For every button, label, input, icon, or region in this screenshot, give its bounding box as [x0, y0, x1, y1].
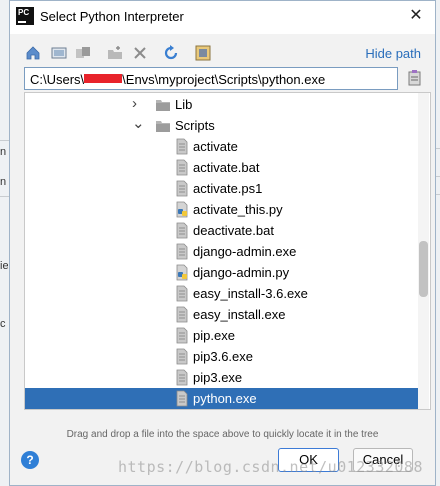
- tree-file-label: easy_install-3.6.exe: [193, 286, 308, 301]
- refresh-icon[interactable]: [162, 44, 180, 62]
- background-text: c: [0, 318, 6, 330]
- file-icon: [175, 306, 189, 323]
- watermark: https://blog.csdn.net/u012332088: [118, 458, 423, 476]
- redacted-username: [84, 74, 123, 83]
- desktop-icon[interactable]: [50, 44, 68, 62]
- tree-file-label: activate: [193, 139, 238, 154]
- browse-history-icon[interactable]: [406, 69, 424, 87]
- pycharm-app-icon: PC: [16, 7, 34, 25]
- file-icon: [175, 159, 189, 176]
- tree-file-label: pip.exe: [193, 328, 235, 343]
- tree-file-label: activate.ps1: [193, 181, 263, 196]
- delete-icon[interactable]: [131, 44, 149, 62]
- file-icon: [175, 180, 189, 197]
- select-interpreter-dialog: PC Select Python Interpreter ✕ Hide path…: [9, 0, 436, 486]
- tree-file[interactable]: deactivate.bat: [25, 220, 419, 241]
- drag-drop-hint: Drag and drop a file into the space abov…: [66, 429, 379, 440]
- tree-file[interactable]: pip3.exe: [25, 367, 419, 388]
- tree-file-label: python.exe: [193, 391, 257, 406]
- chevron-right-icon[interactable]: ›: [132, 95, 137, 112]
- tree-file[interactable]: activate_this.py: [25, 199, 419, 220]
- file-icon: [175, 327, 189, 344]
- tree-file-label: activate.bat: [193, 160, 260, 175]
- file-icon: [175, 390, 189, 407]
- file-tree[interactable]: python3.dll python.exe pip3.exe pip3.6.exe p…: [24, 92, 431, 410]
- scrollbar-thumb[interactable]: [419, 241, 428, 297]
- tree-file-selected[interactable]: python.exe: [25, 388, 419, 409]
- tree-folder-label: Scripts: [175, 118, 215, 133]
- tree-file[interactable]: activate: [25, 136, 419, 157]
- tree-file[interactable]: easy_install-3.6.exe: [25, 283, 419, 304]
- tree-file-label: deactivate.bat: [193, 223, 274, 238]
- file-icon: [175, 222, 189, 239]
- tree-file[interactable]: activate.bat: [25, 157, 419, 178]
- tree-file-label: pip3.exe: [193, 370, 243, 385]
- background-text: n: [0, 176, 7, 188]
- tree-file-label: activate_this.py: [193, 202, 283, 217]
- close-icon[interactable]: ✕: [407, 6, 425, 26]
- toolbar: Hide path: [10, 41, 435, 65]
- file-icon: [175, 285, 189, 302]
- tree-file[interactable]: easy_install.exe: [25, 304, 419, 325]
- path-prefix: C:\Users\: [30, 72, 85, 87]
- chevron-down-icon[interactable]: ⌄: [132, 114, 145, 132]
- dialog-title: Select Python Interpreter: [40, 9, 184, 24]
- project-icon[interactable]: [74, 44, 92, 62]
- tree-file[interactable]: python3.dll: [25, 409, 419, 410]
- file-icon: [175, 348, 189, 365]
- home-icon[interactable]: [24, 44, 42, 62]
- hide-path-link[interactable]: Hide path: [365, 46, 421, 61]
- tree-file-label: django-admin.py: [193, 265, 290, 280]
- tree-file[interactable]: django-admin.exe: [25, 241, 419, 262]
- python-file-icon: [175, 201, 189, 218]
- help-icon[interactable]: ?: [21, 451, 39, 469]
- tree-folder-label: Lib: [175, 97, 193, 112]
- tree-folder-lib[interactable]: › Lib: [25, 94, 419, 115]
- background-text: ie: [0, 260, 8, 272]
- new-folder-icon[interactable]: [106, 44, 124, 62]
- folder-icon: [155, 119, 170, 136]
- file-icon: [175, 243, 189, 260]
- file-icon: [175, 138, 189, 155]
- path-input[interactable]: C:\Users\ \Envs\myproject\Scripts\python.…: [24, 67, 398, 90]
- background-text: n: [0, 146, 7, 158]
- tree-file[interactable]: django-admin.py: [25, 262, 419, 283]
- python-file-icon: [175, 264, 189, 281]
- title-bar[interactable]: PC Select Python Interpreter ✕: [10, 1, 435, 34]
- tree-file-label: easy_install.exe: [193, 307, 286, 322]
- tree-scrollbar[interactable]: [418, 93, 429, 409]
- file-icon: [175, 369, 189, 386]
- path-row: C:\Users\ \Envs\myproject\Scripts\python.…: [24, 67, 424, 91]
- tree-file[interactable]: pip.exe: [25, 325, 419, 346]
- show-hidden-icon[interactable]: [194, 44, 212, 62]
- tree-file[interactable]: pip3.6.exe: [25, 346, 419, 367]
- tree-file-label: pip3.6.exe: [193, 349, 253, 364]
- tree-file[interactable]: activate.ps1: [25, 178, 419, 199]
- folder-icon: [155, 98, 170, 115]
- tree-file-label: django-admin.exe: [193, 244, 297, 259]
- tree-folder-scripts[interactable]: ⌄ Scripts: [25, 115, 419, 136]
- path-suffix: \Envs\myproject\Scripts\python.exe: [122, 72, 326, 87]
